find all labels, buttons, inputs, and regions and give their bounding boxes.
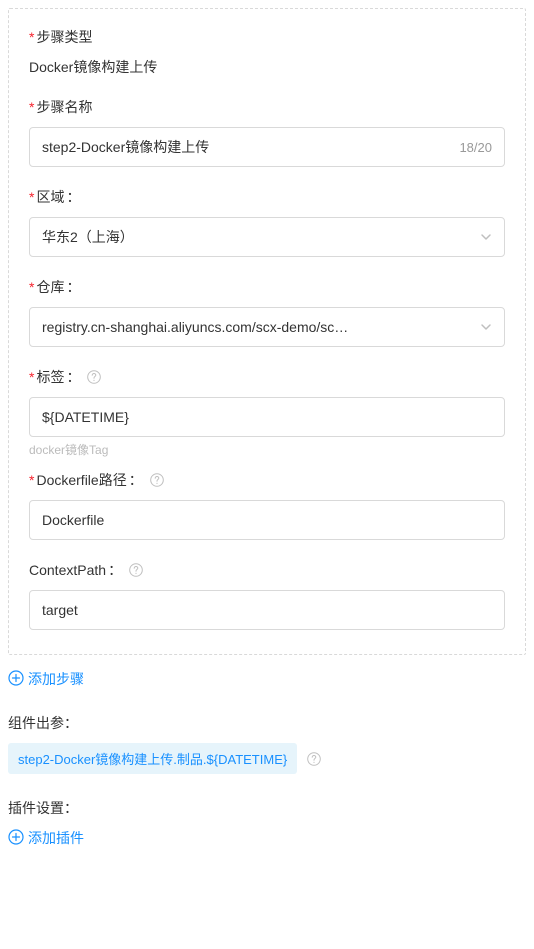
label-text: 步骤类型	[36, 27, 92, 47]
step-name-input-wrapper[interactable]: 18/20	[29, 127, 505, 167]
plus-circle-icon	[8, 670, 24, 689]
required-asterisk: *	[29, 472, 34, 488]
region-selected-value: 华东2（上海）	[42, 227, 480, 247]
label-text: ContextPath	[29, 562, 106, 578]
dockerfile-input-wrapper[interactable]	[29, 500, 505, 540]
help-icon[interactable]	[86, 369, 102, 385]
step-type-value: Docker镜像构建上传	[29, 57, 505, 77]
help-icon[interactable]	[128, 562, 144, 578]
tag-field: * 标签 ： docker镜像Tag	[29, 367, 505, 458]
label-text: 区域	[36, 187, 64, 207]
repo-label: * 仓库 ：	[29, 277, 505, 297]
add-step-button[interactable]: 添加步骤	[8, 669, 526, 689]
dockerfile-input[interactable]	[42, 512, 492, 528]
tag-input-wrapper[interactable]	[29, 397, 505, 437]
label-text: 步骤名称	[36, 97, 92, 117]
plus-circle-icon	[8, 829, 24, 848]
add-step-label: 添加步骤	[28, 669, 84, 689]
chevron-down-icon	[480, 231, 492, 243]
required-asterisk: *	[29, 189, 34, 205]
dockerfile-label: * Dockerfile路径 ：	[29, 470, 505, 490]
repo-selected-value: registry.cn-shanghai.aliyuncs.com/scx-de…	[42, 319, 480, 335]
region-select[interactable]: 华东2（上海）	[29, 217, 505, 257]
tag-hint: docker镜像Tag	[29, 441, 505, 458]
required-asterisk: *	[29, 29, 34, 45]
required-asterisk: *	[29, 369, 34, 385]
contextpath-input[interactable]	[42, 602, 492, 618]
required-asterisk: *	[29, 99, 34, 115]
output-section-label: 组件出参：	[8, 713, 526, 733]
help-icon[interactable]	[307, 752, 321, 766]
dockerfile-field: * Dockerfile路径 ：	[29, 470, 505, 540]
label-text: 仓库	[36, 277, 64, 297]
step-name-char-count: 18/20	[459, 140, 492, 155]
step-name-input[interactable]	[42, 139, 451, 155]
step-configuration-box: * 步骤类型 Docker镜像构建上传 * 步骤名称 18/20 * 区域 ：	[8, 8, 526, 655]
help-icon[interactable]	[149, 472, 165, 488]
add-plugin-button[interactable]: 添加插件	[8, 828, 526, 848]
contextpath-input-wrapper[interactable]	[29, 590, 505, 630]
required-asterisk: *	[29, 279, 34, 295]
label-text: Dockerfile路径	[36, 470, 126, 490]
tag-label: * 标签 ：	[29, 367, 505, 387]
step-type-field: * 步骤类型 Docker镜像构建上传	[29, 27, 505, 77]
tag-input[interactable]	[42, 409, 492, 425]
step-name-field: * 步骤名称 18/20	[29, 97, 505, 167]
output-row: step2-Docker镜像构建上传.制品.${DATETIME}	[8, 743, 526, 774]
plugin-section-label: 插件设置：	[8, 798, 526, 818]
repo-select[interactable]: registry.cn-shanghai.aliyuncs.com/scx-de…	[29, 307, 505, 347]
step-type-label: * 步骤类型	[29, 27, 505, 47]
chevron-down-icon	[480, 321, 492, 333]
form-container: * 步骤类型 Docker镜像构建上传 * 步骤名称 18/20 * 区域 ：	[0, 0, 534, 949]
region-label: * 区域 ：	[29, 187, 505, 207]
colon: ：	[66, 367, 80, 387]
region-field: * 区域 ： 华东2（上海）	[29, 187, 505, 257]
colon: ：	[129, 470, 143, 490]
colon: ：	[66, 187, 80, 207]
label-text: 标签	[36, 367, 64, 387]
add-plugin-label: 添加插件	[28, 828, 84, 848]
colon: ：	[108, 560, 122, 580]
output-tag[interactable]: step2-Docker镜像构建上传.制品.${DATETIME}	[8, 743, 297, 774]
contextpath-label: ContextPath ：	[29, 560, 505, 580]
repo-field: * 仓库 ： registry.cn-shanghai.aliyuncs.com…	[29, 277, 505, 347]
colon: ：	[66, 277, 80, 297]
step-name-label: * 步骤名称	[29, 97, 505, 117]
contextpath-field: ContextPath ：	[29, 560, 505, 630]
